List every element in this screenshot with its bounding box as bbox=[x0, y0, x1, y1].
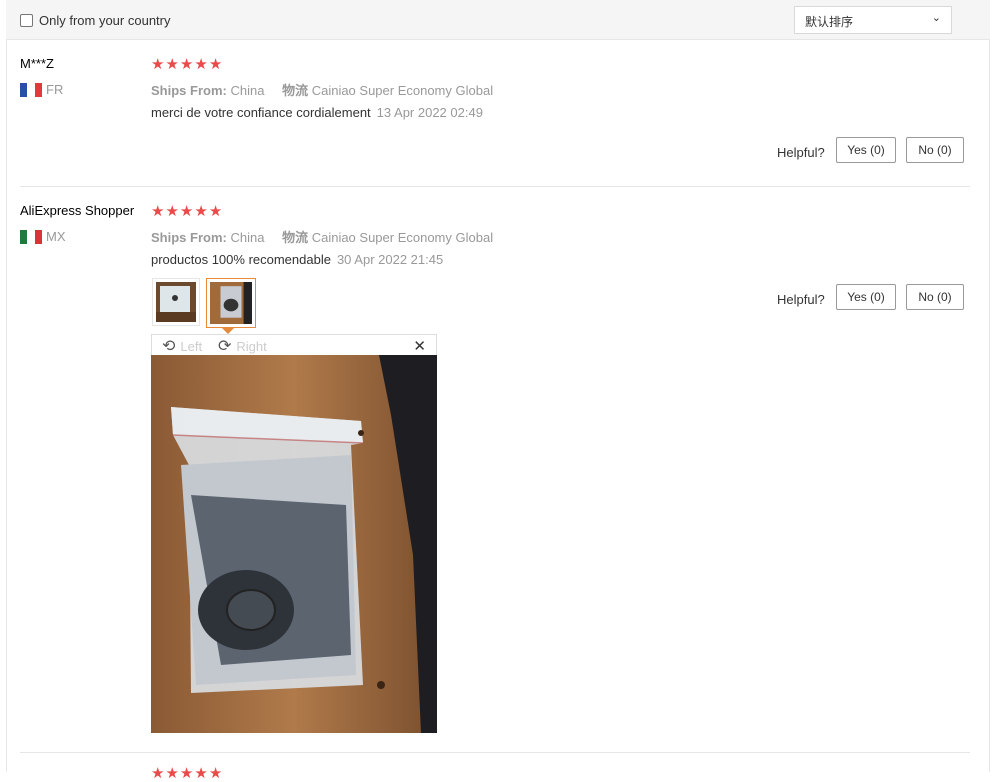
rotate-left-label: Left bbox=[180, 338, 203, 354]
next-review-rating-stars: ★★★★★ bbox=[151, 764, 223, 782]
star-icon: ★ bbox=[179, 56, 195, 73]
rotate-left-button[interactable]: ⟲ Left bbox=[162, 336, 202, 356]
country-code: FR bbox=[46, 82, 64, 97]
reviewer-name: AliExpress Shopper bbox=[20, 203, 135, 218]
star-icon: ★ bbox=[194, 56, 209, 73]
logistics-value: Cainiao Super Economy Global bbox=[311, 230, 494, 245]
star-icon: ★ bbox=[165, 765, 180, 782]
photo-thumbnail-image bbox=[156, 282, 196, 322]
mexico-flag-icon bbox=[20, 230, 42, 244]
review-divider bbox=[20, 752, 970, 753]
logistics-label: 物流 bbox=[282, 230, 309, 245]
helpful-yes-button[interactable]: Yes (0) bbox=[836, 284, 896, 310]
rating-stars: ★★★★★ bbox=[151, 55, 223, 73]
star-icon: ★ bbox=[194, 203, 209, 220]
star-icon: ★ bbox=[165, 56, 180, 73]
ships-from-label: Ships From: bbox=[151, 83, 227, 98]
rating-stars: ★★★★★ bbox=[151, 202, 223, 220]
review-text: merci de votre confiance cordialement bbox=[151, 105, 371, 120]
product-photo-image bbox=[151, 355, 437, 733]
star-icon: ★ bbox=[194, 765, 209, 782]
chevron-down-icon: ⌄ bbox=[931, 12, 941, 24]
review-photo-thumbnail[interactable] bbox=[152, 278, 200, 326]
helpful-yes-button[interactable]: Yes (0) bbox=[836, 137, 896, 163]
photo-viewer: ⟲ Left ⟳ Right ✕ bbox=[151, 334, 437, 734]
star-icon: ★ bbox=[165, 203, 180, 220]
star-icon: ★ bbox=[179, 765, 195, 782]
star-icon: ★ bbox=[179, 203, 195, 220]
shipping-info: Ships From: China 物流 Cainiao Super Econo… bbox=[151, 80, 493, 99]
ships-from-value: China bbox=[230, 83, 265, 98]
review-text-row: merci de votre confiance cordialement 13 … bbox=[151, 105, 483, 120]
review-text-row: productos 100% recomendable 30 Apr 2022 2… bbox=[151, 252, 443, 267]
only-country-label: Only from your country bbox=[39, 13, 171, 28]
star-icon: ★ bbox=[208, 203, 224, 220]
photo-viewer-toolbar: ⟲ Left ⟳ Right ✕ bbox=[151, 334, 437, 356]
ships-from-label: Ships From: bbox=[151, 230, 227, 245]
rotate-left-icon: ⟲ bbox=[162, 338, 176, 355]
france-flag-icon bbox=[20, 83, 42, 97]
helpful-label: Helpful? bbox=[777, 145, 825, 160]
sort-dropdown[interactable]: 默认排序 ⌄ bbox=[794, 6, 952, 34]
review-divider bbox=[20, 186, 970, 187]
star-icon: ★ bbox=[151, 56, 166, 73]
star-icon: ★ bbox=[151, 203, 166, 220]
rotate-right-icon: ⟳ bbox=[218, 338, 232, 355]
star-icon: ★ bbox=[208, 56, 224, 73]
left-border bbox=[6, 0, 7, 772]
rotate-right-label: Right bbox=[236, 338, 267, 354]
review-photo-thumbnail-active[interactable] bbox=[206, 278, 256, 328]
ships-from-value: China bbox=[230, 230, 265, 245]
helpful-no-button[interactable]: No (0) bbox=[906, 137, 964, 163]
logistics-value: Cainiao Super Economy Global bbox=[311, 83, 494, 98]
rotate-right-button[interactable]: ⟳ Right bbox=[218, 336, 267, 356]
close-icon[interactable]: ✕ bbox=[413, 337, 426, 355]
review-photo-large bbox=[151, 355, 437, 733]
only-country-checkbox[interactable] bbox=[20, 14, 33, 27]
star-icon: ★ bbox=[208, 765, 224, 782]
only-country-filter[interactable]: Only from your country bbox=[20, 13, 171, 28]
shipping-info: Ships From: China 物流 Cainiao Super Econo… bbox=[151, 227, 493, 246]
helpful-no-button[interactable]: No (0) bbox=[906, 284, 964, 310]
logistics-label: 物流 bbox=[282, 83, 309, 98]
right-border bbox=[989, 0, 990, 772]
review-date: 30 Apr 2022 21:45 bbox=[336, 252, 444, 267]
country-code: MX bbox=[46, 229, 66, 244]
sort-selected-value: 默认排序 bbox=[805, 15, 854, 29]
photo-thumbnail-image bbox=[210, 282, 252, 324]
review-text: productos 100% recomendable bbox=[151, 252, 331, 267]
review-date: 13 Apr 2022 02:49 bbox=[376, 105, 483, 120]
star-icon: ★ bbox=[151, 765, 166, 782]
reviewer-name: M***Z bbox=[20, 56, 54, 71]
helpful-label: Helpful? bbox=[777, 292, 825, 307]
